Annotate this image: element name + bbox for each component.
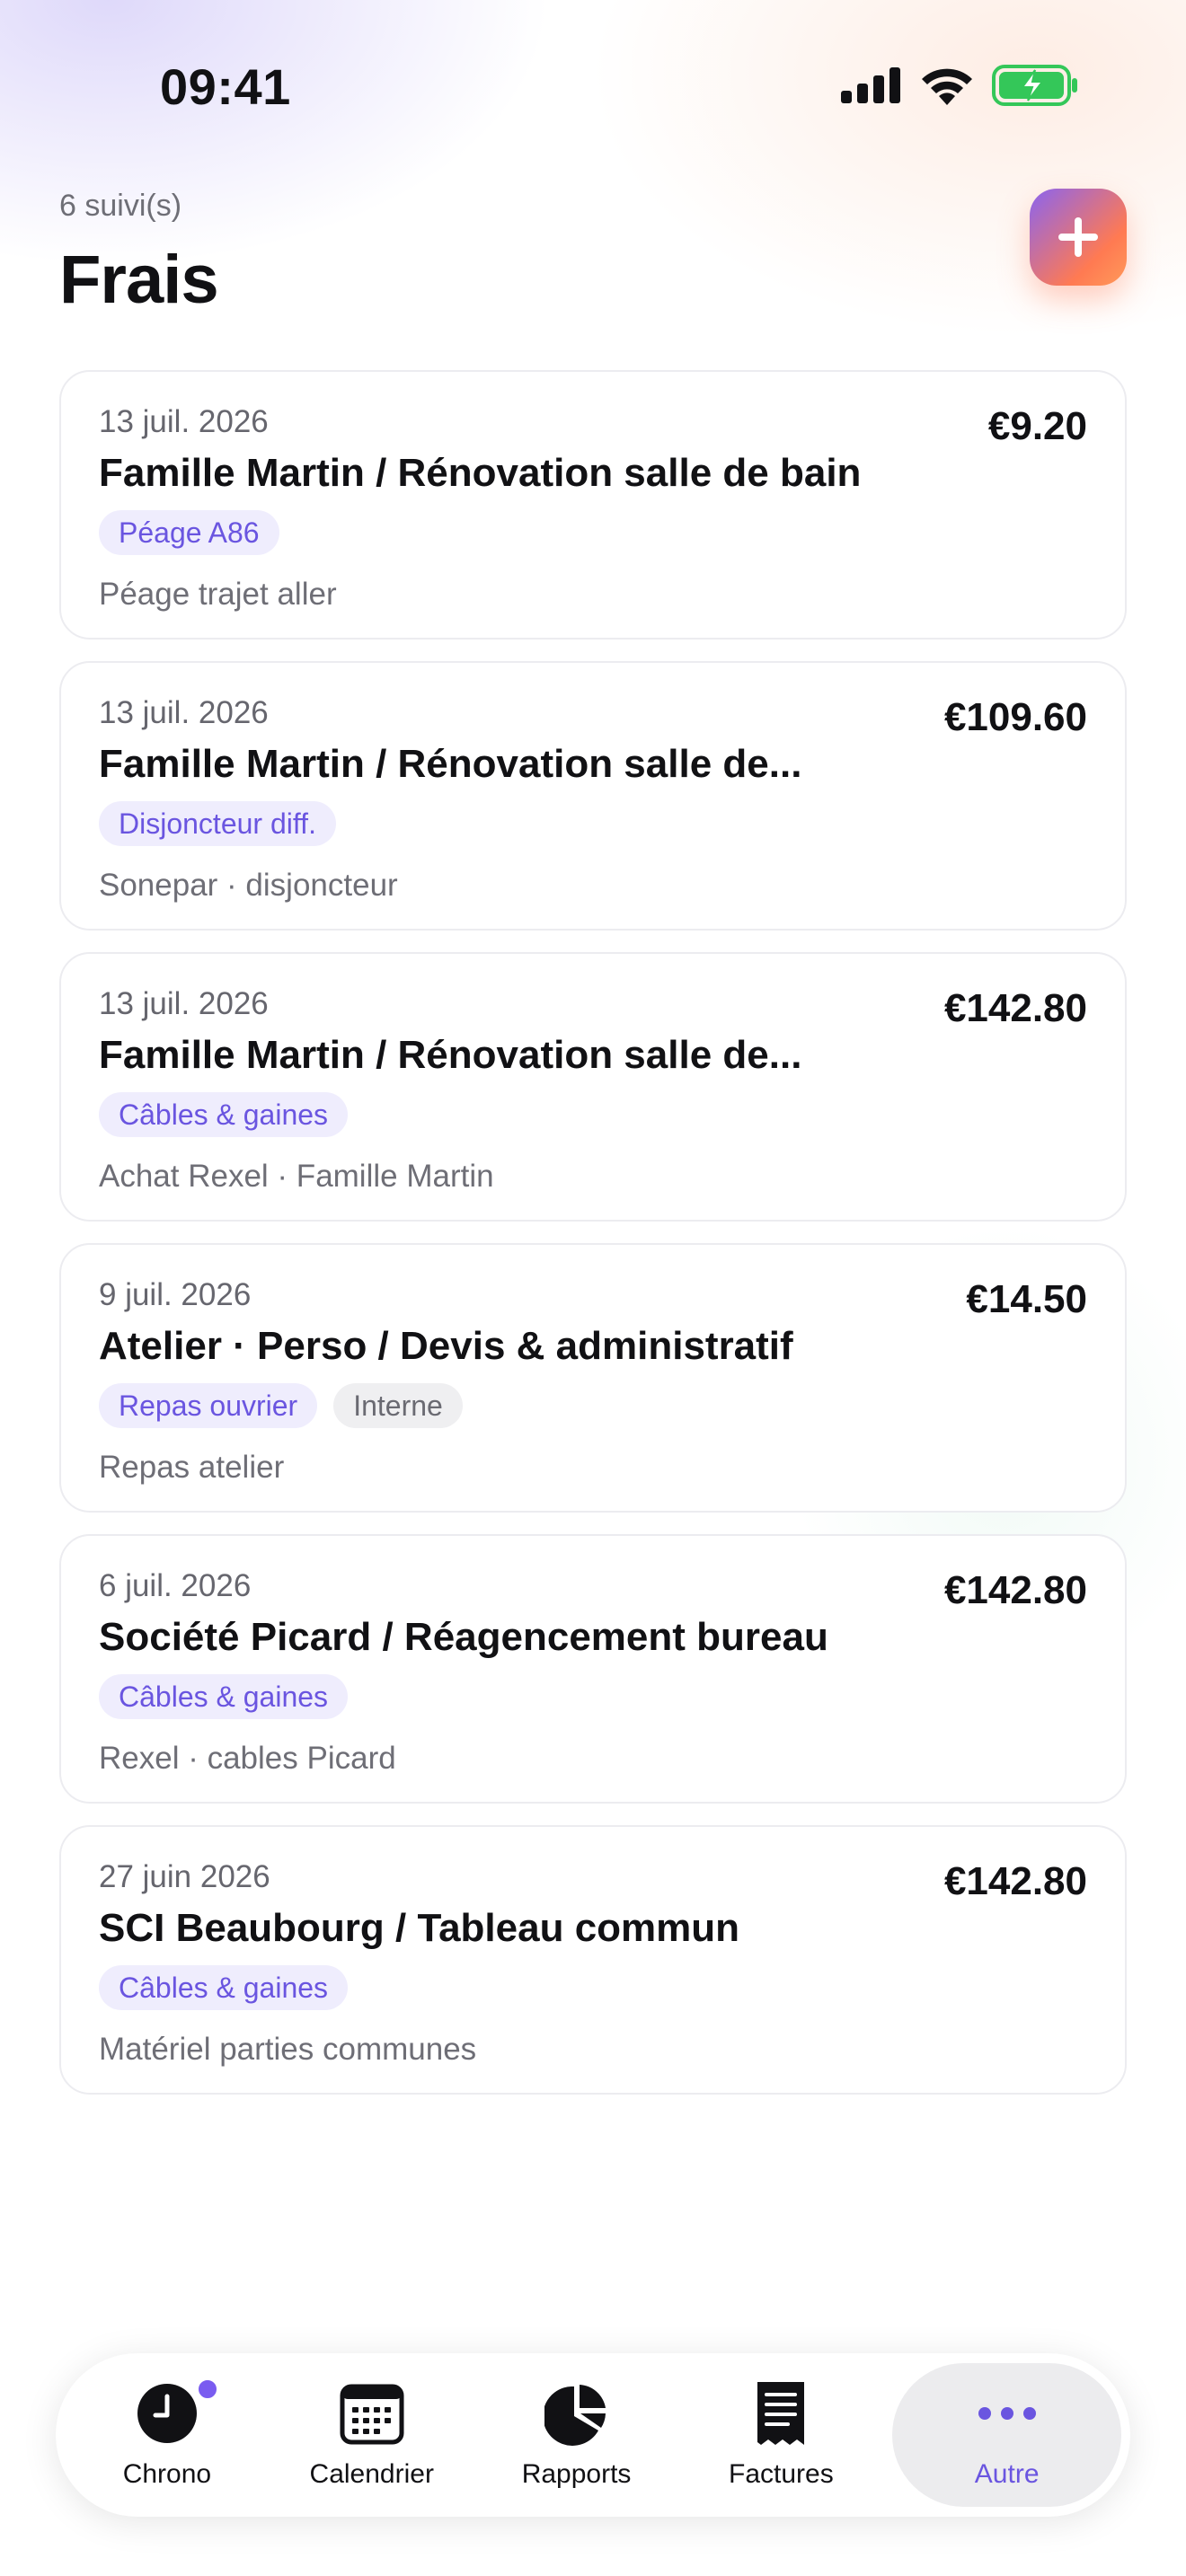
more-icon xyxy=(974,2380,1040,2447)
tab-chrono[interactable]: Chrono xyxy=(65,2363,270,2507)
tab-bar: Chrono Calendrier Rapports Factures Autr… xyxy=(56,2353,1130,2517)
expense-tags: Câbles & gaines xyxy=(99,1674,349,1719)
expense-card[interactable]: 13 juil. 2026 €109.60 Famille Martin / R… xyxy=(59,661,1127,931)
expense-tags: Péage A86 xyxy=(99,510,279,555)
expense-card[interactable]: 13 juil. 2026 €142.80 Famille Martin / R… xyxy=(59,952,1127,1222)
internal-tag: Interne xyxy=(333,1383,463,1428)
expense-note: Péage trajet aller xyxy=(99,577,337,612)
expense-note: Achat Rexel · Famille Martin xyxy=(99,1159,494,1194)
expense-card[interactable]: 9 juil. 2026 €14.50 Atelier · Perso / De… xyxy=(59,1243,1127,1513)
expense-project: SCI Beaubourg / Tableau commun xyxy=(99,1906,740,1950)
cellular-signal-icon xyxy=(841,67,900,103)
category-tag: Câbles & gaines xyxy=(99,1965,349,2010)
add-expense-button[interactable] xyxy=(1030,189,1127,286)
tab-rapports[interactable]: Rapports xyxy=(474,2363,679,2507)
receipt-icon xyxy=(748,2380,814,2447)
expense-amount: €142.80 xyxy=(943,1859,1087,1903)
expense-note: Rexel · cables Picard xyxy=(99,1741,396,1776)
pie-chart-icon xyxy=(544,2380,610,2447)
expense-tags: Repas ouvrier Interne xyxy=(99,1383,463,1428)
expense-project: Famille Martin / Rénovation salle de... xyxy=(99,1033,802,1077)
expense-date: 27 juin 2026 xyxy=(99,1859,270,1894)
tab-autre[interactable]: Autre xyxy=(892,2363,1121,2507)
tab-label: Calendrier xyxy=(309,2459,434,2489)
expense-date: 9 juil. 2026 xyxy=(99,1277,252,1312)
expense-amount: €9.20 xyxy=(987,404,1087,448)
expense-card[interactable]: 13 juil. 2026 €9.20 Famille Martin / Rén… xyxy=(59,370,1127,640)
category-tag: Disjoncteur diff. xyxy=(99,801,336,846)
expense-note: Repas atelier xyxy=(99,1450,285,1485)
expense-project: Atelier · Perso / Devis & administratif xyxy=(99,1324,793,1368)
status-icons xyxy=(841,65,1078,106)
tab-label: Factures xyxy=(729,2459,834,2489)
notification-dot xyxy=(196,2378,219,2401)
expense-tags: Câbles & gaines xyxy=(99,1965,349,2010)
calendar-icon xyxy=(339,2380,405,2447)
tracked-count: 6 suivi(s) xyxy=(59,189,182,223)
expense-card[interactable]: 27 juin 2026 €142.80 SCI Beaubourg / Tab… xyxy=(59,1825,1127,2095)
expense-amount: €109.60 xyxy=(943,695,1087,739)
expense-card[interactable]: 6 juil. 2026 €142.80 Société Picard / Ré… xyxy=(59,1534,1127,1804)
status-time: 09:41 xyxy=(160,58,291,115)
plus-icon xyxy=(1058,217,1098,257)
tab-calendrier[interactable]: Calendrier xyxy=(270,2363,474,2507)
battery-charging-icon xyxy=(992,65,1077,106)
tab-label: Autre xyxy=(974,2459,1040,2489)
expense-note: Matériel parties communes xyxy=(99,2032,477,2067)
status-bar: 09:41 xyxy=(0,0,1186,171)
expense-project: Famille Martin / Rénovation salle de... xyxy=(99,742,802,786)
expense-amount: €14.50 xyxy=(966,1277,1087,1321)
category-tag: Câbles & gaines xyxy=(99,1092,349,1137)
expense-tags: Disjoncteur diff. xyxy=(99,801,336,846)
expense-date: 6 juil. 2026 xyxy=(99,1568,252,1603)
wifi-icon xyxy=(922,68,972,105)
expense-note: Sonepar · disjoncteur xyxy=(99,868,398,903)
page-title: Frais xyxy=(59,242,219,318)
tab-label: Chrono xyxy=(122,2459,212,2489)
expense-tags: Câbles & gaines xyxy=(99,1092,349,1137)
expense-project: Famille Martin / Rénovation salle de bai… xyxy=(99,451,862,495)
expense-project: Société Picard / Réagencement bureau xyxy=(99,1615,828,1659)
category-tag: Péage A86 xyxy=(99,510,279,555)
expense-amount: €142.80 xyxy=(943,986,1087,1030)
expense-amount: €142.80 xyxy=(943,1568,1087,1612)
tab-label: Rapports xyxy=(521,2459,632,2489)
clock-icon xyxy=(134,2380,200,2447)
expense-date: 13 juil. 2026 xyxy=(99,986,269,1021)
expense-date: 13 juil. 2026 xyxy=(99,404,269,439)
expense-date: 13 juil. 2026 xyxy=(99,695,269,730)
category-tag: Repas ouvrier xyxy=(99,1383,318,1428)
category-tag: Câbles & gaines xyxy=(99,1674,349,1719)
tab-factures[interactable]: Factures xyxy=(678,2363,883,2507)
